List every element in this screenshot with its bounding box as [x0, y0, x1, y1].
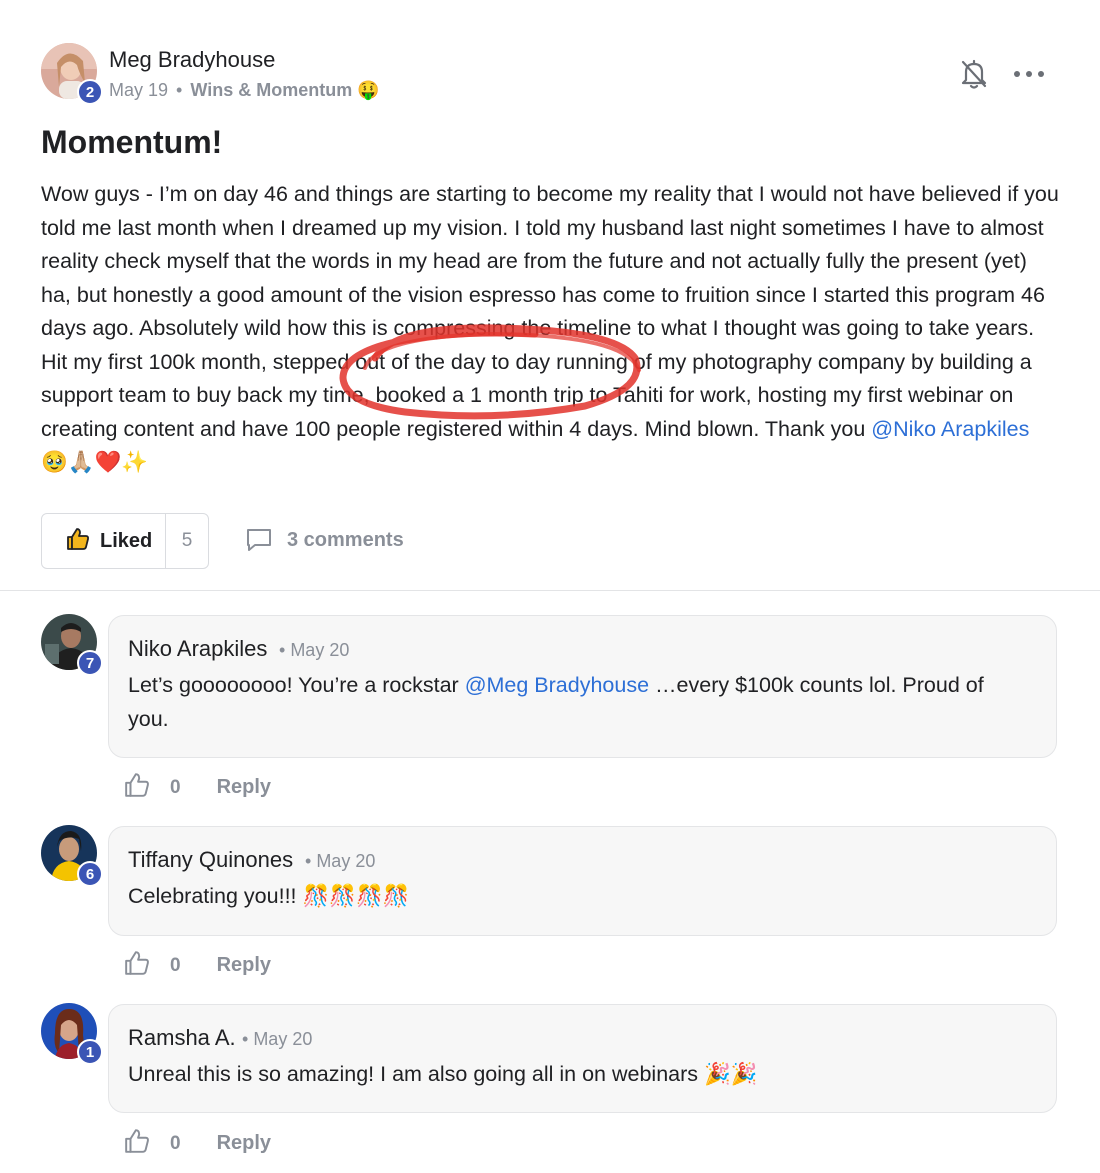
comment-author-name[interactable]: Tiffany Quinones [128, 847, 293, 873]
post-mention-link[interactable]: @Niko Arapkiles [871, 417, 1029, 441]
comments-count-label: 3 comments [287, 528, 404, 551]
like-button[interactable]: Liked [42, 514, 166, 568]
like-box: Liked 5 [41, 513, 209, 569]
post-body-emoji: 🥹🙏🏼❤️✨ [41, 450, 149, 474]
level-badge: 6 [77, 861, 103, 887]
comment-date-text: May 20 [316, 851, 376, 871]
comment-text: Celebrating you!!! 🎊🎊🎊🎊 [128, 884, 410, 908]
thumbs-up-icon[interactable] [124, 1128, 150, 1159]
post-author-name[interactable]: Meg Bradyhouse [109, 47, 275, 73]
comment-bubble: Ramsha A. • May 20 Unreal this is so ama… [108, 1004, 1057, 1113]
comment-author-name[interactable]: Ramsha A. [128, 1025, 236, 1051]
comment-author-name[interactable]: Niko Arapkiles [128, 636, 267, 662]
comment-bubble: Niko Arapkiles • May 20 Let’s goooooooo!… [108, 615, 1057, 758]
level-badge: 1 [77, 1039, 103, 1065]
comment-actions: 0 Reply [124, 1128, 271, 1159]
divider [0, 590, 1100, 591]
comment-avatar[interactable]: 7 [41, 614, 103, 676]
comment-date-text: May 20 [253, 1029, 313, 1049]
like-count[interactable]: 5 [166, 530, 208, 552]
comment-text: Let’s goooooooo! You’re a rockstar @Meg … [128, 669, 1028, 736]
comment-mention-link[interactable]: @Meg Bradyhouse [465, 673, 649, 697]
comment-avatar[interactable]: 1 [41, 1003, 103, 1065]
comment-actions: 0 Reply [124, 772, 271, 803]
level-badge: 7 [77, 650, 103, 676]
comment-like-count: 0 [170, 1132, 181, 1154]
comment-date: • May 20 [242, 1029, 313, 1049]
like-label: Liked [100, 529, 153, 552]
comment-text: Unreal this is so amazing! I am also goi… [128, 1062, 758, 1086]
comment-icon [247, 529, 271, 551]
comment-text-start: Let’s goooooooo! You’re a rockstar [128, 673, 465, 697]
thumbs-up-icon[interactable] [124, 950, 150, 981]
post-date: May 19 [109, 80, 169, 100]
thumbs-up-icon [66, 527, 90, 556]
post-category[interactable]: Wins & Momentum 🤑 [190, 80, 379, 100]
post-body-text: Wow guys - I’m on day 46 and things are … [41, 182, 1059, 441]
reply-button[interactable]: Reply [217, 776, 271, 799]
bell-off-icon[interactable] [960, 58, 988, 90]
comments-link[interactable]: 3 comments [245, 527, 404, 553]
comment-date-text: May 20 [290, 640, 350, 660]
post-author-avatar[interactable]: 2 [41, 43, 103, 105]
meta-separator: • [176, 80, 183, 100]
comment-actions: 0 Reply [124, 950, 271, 981]
post-body: Wow guys - I’m on day 46 and things are … [41, 178, 1061, 480]
reply-button[interactable]: Reply [217, 1132, 271, 1155]
comment-bubble: Tiffany Quinones • May 20 Celebrating yo… [108, 826, 1057, 936]
comment-date: • May 20 [305, 851, 376, 871]
comment-like-count: 0 [170, 776, 181, 798]
comment-avatar[interactable]: 6 [41, 825, 103, 887]
thumbs-up-icon[interactable] [124, 772, 150, 803]
comment-like-count: 0 [170, 954, 181, 976]
level-badge: 2 [77, 79, 103, 105]
post-meta: May 19 • Wins & Momentum 🤑 [109, 80, 380, 101]
more-icon[interactable] [1014, 62, 1044, 86]
reply-button[interactable]: Reply [217, 954, 271, 977]
comment-date: • May 20 [279, 640, 350, 660]
post-title: Momentum! [41, 124, 223, 160]
